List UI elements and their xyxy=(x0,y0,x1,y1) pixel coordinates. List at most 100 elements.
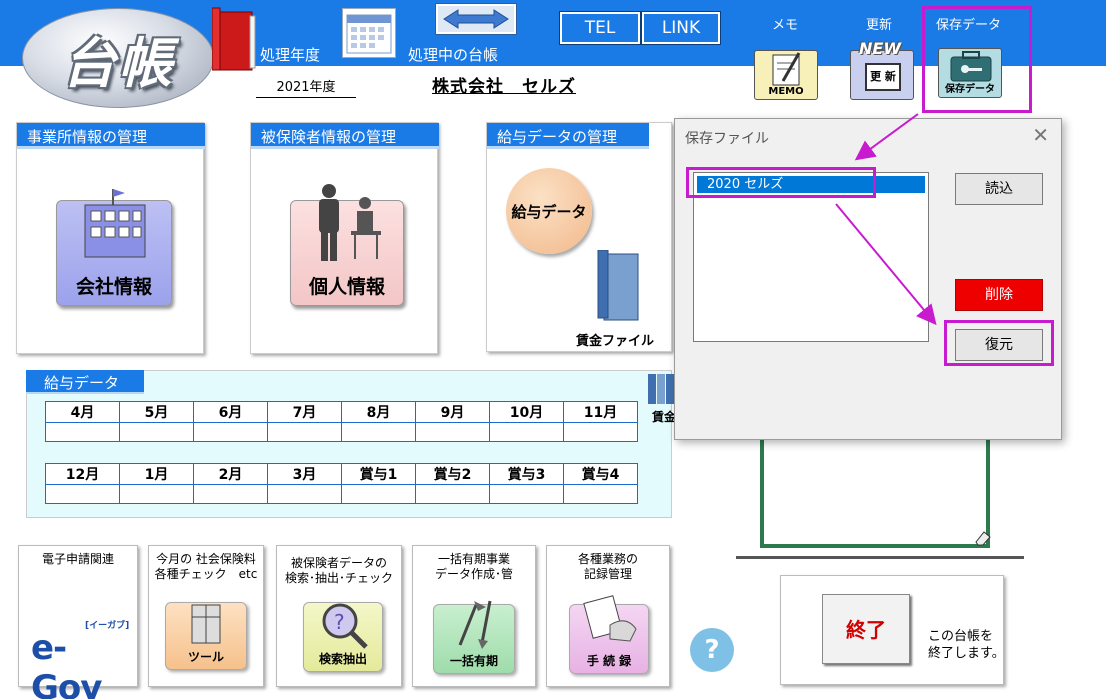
bonus-cell[interactable]: 賞与3 xyxy=(489,463,564,485)
logo-text: 台帳 xyxy=(62,30,174,95)
month-value-cell[interactable] xyxy=(489,422,564,442)
tool-panel: 今月の 社会保険料 各種チェック etc ツール xyxy=(148,545,264,687)
month-cell[interactable]: 11月 xyxy=(563,401,638,423)
update-label: 更新 xyxy=(866,18,893,33)
company-info-label: 会社情報 xyxy=(75,276,152,298)
switch-ledger-button[interactable] xyxy=(435,3,517,35)
exit-note-line1: この台帳を xyxy=(928,629,994,644)
records-caption: 各種業務の 記録管理 xyxy=(577,552,638,581)
month-cell[interactable]: 1月 xyxy=(119,463,194,485)
exit-note: この台帳を 終了します。 xyxy=(928,628,1005,662)
procedure-log-button[interactable]: 手 続 録 xyxy=(569,595,649,674)
month-cell[interactable]: 10月 xyxy=(489,401,564,423)
shovel-pickaxe-icon xyxy=(458,600,492,649)
month-value-cell[interactable] xyxy=(193,484,268,504)
office-panel-title: 事業所情報の管理 xyxy=(17,123,205,149)
month-value-cell[interactable] xyxy=(341,422,416,442)
month-value-cell[interactable] xyxy=(267,422,342,442)
search-extract-button[interactable]: ? 検索抽出 xyxy=(303,602,383,672)
obscured-frame xyxy=(760,440,990,548)
personal-info-button[interactable]: 個人情報 xyxy=(290,184,404,306)
month-cell[interactable]: 12月 xyxy=(45,463,120,485)
salary-data-button[interactable]: 給与データ xyxy=(506,168,592,254)
bulk-fixed-term-button[interactable]: 一括有期 xyxy=(433,600,515,674)
month-value-cell[interactable] xyxy=(563,484,638,504)
month-cell[interactable]: 6月 xyxy=(193,401,268,423)
bonus-cell[interactable]: 賞与4 xyxy=(563,463,638,485)
bulk-tile-label: 一括有期 xyxy=(449,654,498,668)
tool-button[interactable]: ツール xyxy=(165,602,247,670)
month-value-cell[interactable] xyxy=(119,422,194,442)
delete-button[interactable]: 削除 xyxy=(955,279,1043,311)
people-icon xyxy=(319,184,381,261)
months-table-row1: 4月 5月 6月 7月 8月 9月 10月 11月 xyxy=(45,401,638,442)
month-cell[interactable]: 2月 xyxy=(193,463,268,485)
fiscal-year-label: 処理年度 xyxy=(260,46,321,64)
month-value-cell[interactable] xyxy=(415,484,490,504)
search-panel: 被保険者データの 検索･抽出･チェック ? 検索抽出 xyxy=(276,545,402,687)
fiscal-year-value: 2021年度 xyxy=(256,76,356,98)
close-icon[interactable]: ✕ xyxy=(1032,123,1049,147)
wage-side-label: 賃金 xyxy=(652,410,677,424)
month-cell[interactable]: 5月 xyxy=(119,401,194,423)
memo-label: メモ xyxy=(772,18,799,33)
save-data-highlight xyxy=(922,6,1032,113)
egov-button[interactable]: [イーガブ] e-Gov xyxy=(31,616,131,699)
month-cell[interactable]: 4月 xyxy=(45,401,120,423)
tool-caption: 今月の 社会保険料 各種チェック etc xyxy=(154,552,258,581)
month-value-cell[interactable] xyxy=(45,422,120,442)
month-value-cell[interactable] xyxy=(415,422,490,442)
records-tile-label: 手 続 録 xyxy=(586,654,632,668)
ledger-book-icon[interactable] xyxy=(212,6,258,72)
list-item-highlight xyxy=(686,167,876,198)
records-panel: 各種業務の 記録管理 手 続 録 xyxy=(546,545,670,687)
bonus-cell[interactable]: 賞与1 xyxy=(341,463,416,485)
egov-logo-text: e-Gov xyxy=(31,628,102,699)
month-cell[interactable]: 7月 xyxy=(267,401,342,423)
month-cell[interactable]: 8月 xyxy=(341,401,416,423)
divider-line xyxy=(736,556,1024,559)
magnifier-icon: ? xyxy=(322,603,368,649)
month-cell[interactable]: 3月 xyxy=(267,463,342,485)
egov-panel: 電子申請関連 [イーガブ] e-Gov xyxy=(18,545,138,699)
wage-file-label[interactable]: 賃金ファイル xyxy=(576,330,654,349)
company-info-button[interactable]: 会社情報 xyxy=(56,189,172,306)
month-value-cell[interactable] xyxy=(489,484,564,504)
calendar-icon[interactable] xyxy=(342,8,396,58)
wage-file-icon[interactable] xyxy=(594,250,642,324)
company-name: 株式会社 セルズ xyxy=(432,77,576,97)
bonus-cell[interactable]: 賞与2 xyxy=(415,463,490,485)
bulk-panel: 一括有期事業 データ作成･管 一括有期 xyxy=(412,545,536,687)
svg-text:?: ? xyxy=(334,610,345,634)
update-icon-text: 更 新 xyxy=(865,63,901,91)
exit-note-line2: 終了します。 xyxy=(928,646,1005,661)
load-button[interactable]: 読込 xyxy=(955,173,1043,205)
month-value-cell[interactable] xyxy=(45,484,120,504)
memo-button[interactable]: MEMO xyxy=(754,50,818,100)
insured-panel-title: 被保険者情報の管理 xyxy=(251,123,439,149)
month-value-cell[interactable] xyxy=(193,422,268,442)
month-value-cell[interactable] xyxy=(119,484,194,504)
link-button[interactable]: LINK xyxy=(641,11,721,45)
egov-caption: 電子申請関連 xyxy=(41,552,114,566)
bulk-caption: 一括有期事業 データ作成･管 xyxy=(434,552,513,581)
months-table-row2: 12月 1月 2月 3月 賞与1 賞与2 賞与3 賞与4 xyxy=(45,463,638,504)
eraser-icon xyxy=(975,531,991,546)
month-value-cell[interactable] xyxy=(341,484,416,504)
memo-icon-text: MEMO xyxy=(768,86,804,97)
salary-data-tab: 給与データ xyxy=(26,370,144,394)
month-value-cell[interactable] xyxy=(563,422,638,442)
month-cell[interactable]: 9月 xyxy=(415,401,490,423)
toolbox-icon xyxy=(191,604,221,644)
search-caption: 被保険者データの 検索･抽出･チェック xyxy=(284,556,393,585)
exit-button[interactable]: 終了 xyxy=(822,594,910,664)
update-button[interactable]: NEW 更 新 xyxy=(850,39,914,100)
search-tile-label: 検索抽出 xyxy=(318,652,367,666)
new-badge: NEW xyxy=(859,39,901,58)
wage-books-icon[interactable] xyxy=(646,372,674,406)
tel-button[interactable]: TEL xyxy=(559,11,641,45)
restore-highlight xyxy=(944,320,1054,366)
month-value-cell[interactable] xyxy=(267,484,342,504)
help-button[interactable]: ? xyxy=(690,628,734,672)
office-building-icon xyxy=(84,189,146,258)
